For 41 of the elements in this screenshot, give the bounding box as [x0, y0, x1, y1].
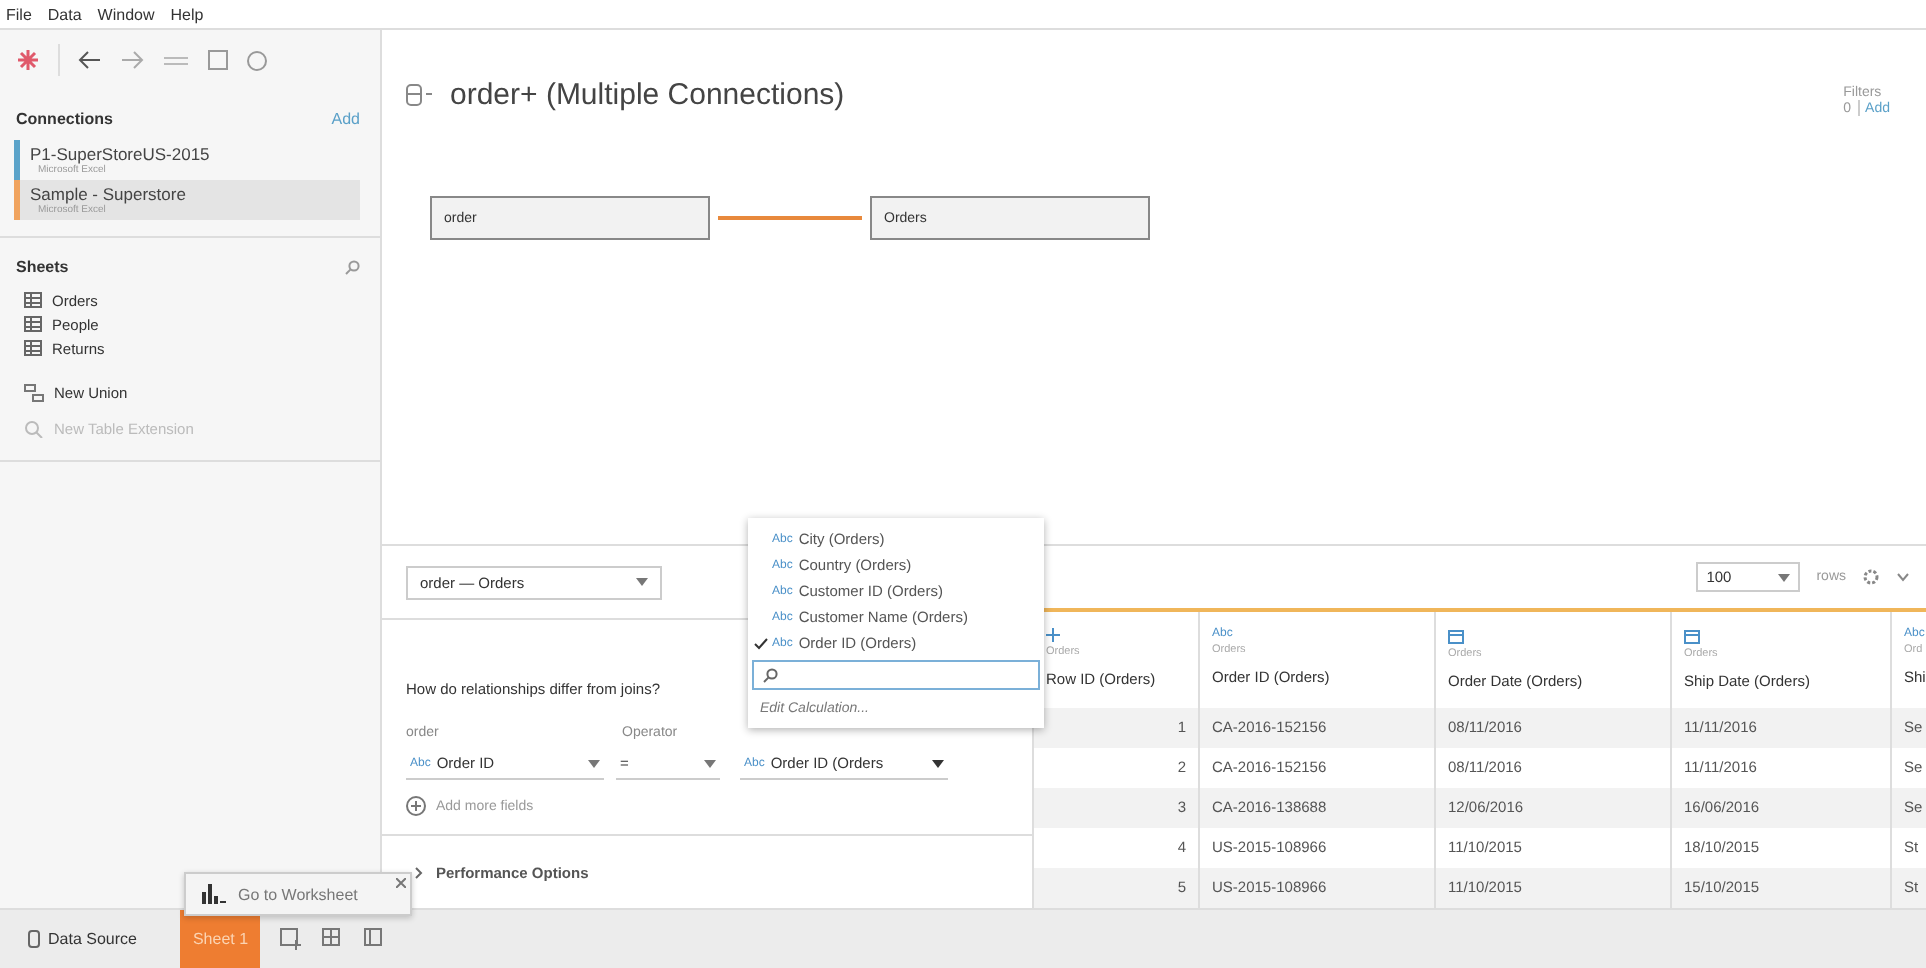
- settings-icon[interactable]: [1862, 568, 1880, 586]
- check-icon: [754, 637, 768, 649]
- table-icon: [24, 292, 42, 308]
- datasource-icon: [28, 930, 40, 948]
- number-type-icon[interactable]: [1046, 628, 1060, 642]
- table-icon: [24, 316, 42, 332]
- calendar-icon[interactable]: [1684, 628, 1700, 644]
- menu-item[interactable]: Data: [47, 5, 82, 23]
- menu-item[interactable]: Window: [97, 5, 155, 23]
- close-icon[interactable]: [396, 878, 406, 888]
- refresh-icon[interactable]: [246, 49, 268, 71]
- connections-heading: Connections: [16, 110, 113, 128]
- sheet-tab[interactable]: Data Source: [16, 910, 149, 968]
- caret-icon: [1778, 573, 1791, 581]
- extension-icon: [24, 419, 44, 437]
- caret-icon: [588, 759, 600, 767]
- chevron-icon: [414, 865, 424, 879]
- datasource-title[interactable]: order+ (Multiple Connections): [450, 78, 845, 112]
- search-field[interactable]: [752, 660, 1040, 690]
- plus-circle-icon[interactable]: [406, 796, 426, 816]
- union-icon: [24, 383, 44, 401]
- calendar-icon[interactable]: [1448, 628, 1464, 644]
- bar-chart-icon: [202, 884, 226, 904]
- logo-icon: [16, 48, 40, 72]
- datasource-icon: [406, 84, 434, 106]
- caret-icon[interactable]: [1896, 572, 1910, 582]
- menu-item[interactable]: Help: [170, 5, 204, 23]
- caret-icon: [932, 759, 944, 767]
- menu-item[interactable]: File: [6, 5, 32, 23]
- new-dashboard-icon[interactable]: [322, 928, 345, 950]
- search-icon: [762, 667, 778, 683]
- back-icon[interactable]: [78, 50, 102, 70]
- tooltip: Go to Worksheet: [184, 872, 412, 916]
- caret-icon: [704, 759, 716, 767]
- search-icon[interactable]: [344, 259, 360, 275]
- new-story-icon[interactable]: [364, 928, 387, 950]
- table-icon: [24, 340, 42, 356]
- sheets-heading: Sheets: [16, 258, 69, 276]
- caret-icon: [636, 578, 648, 586]
- forward-icon[interactable]: [120, 50, 144, 70]
- new-worksheet-icon[interactable]: [280, 928, 303, 950]
